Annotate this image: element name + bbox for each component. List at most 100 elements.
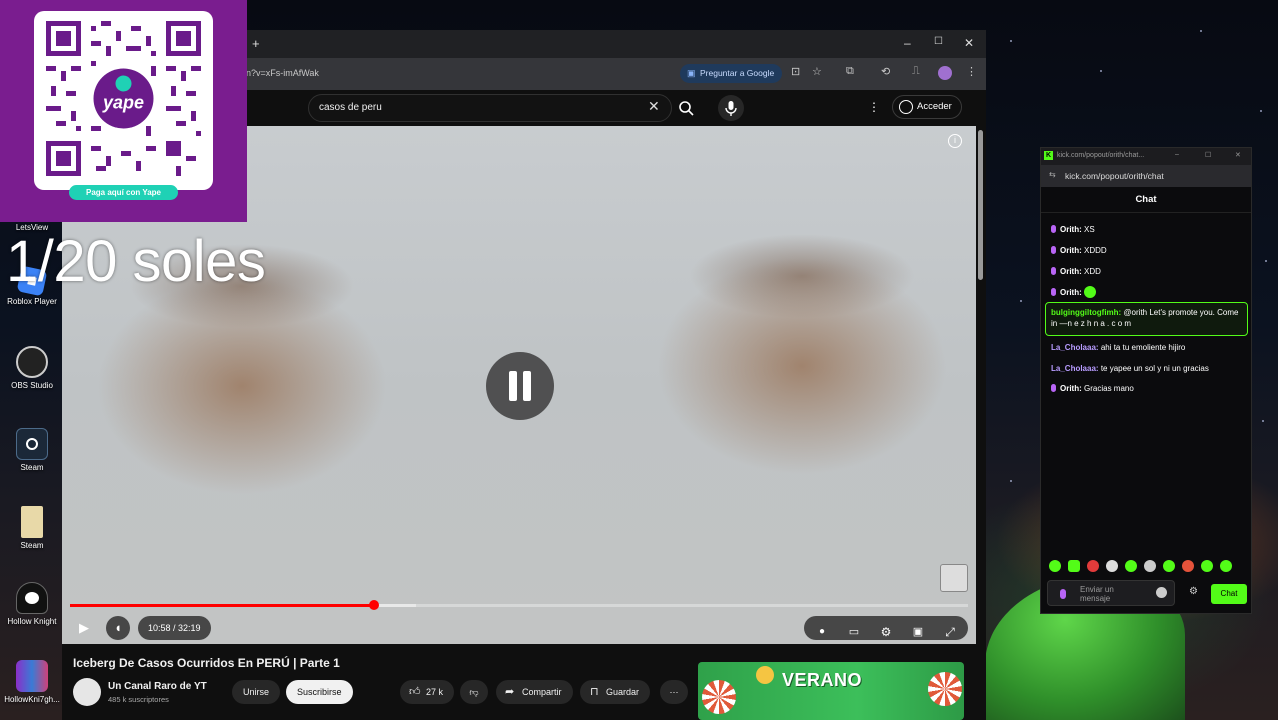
emote-bar: [1049, 560, 1247, 574]
chat-username[interactable]: Orith:: [1060, 225, 1082, 234]
time-display: 10:58 / 32:19: [138, 616, 211, 640]
search-input[interactable]: [319, 102, 619, 113]
search-icon: [679, 101, 694, 116]
channel-name[interactable]: Un Canal Raro de YT: [108, 681, 207, 692]
pause-overlay-icon[interactable]: [486, 352, 554, 420]
chat-text: XS: [1084, 225, 1095, 234]
desktop-icon-steam[interactable]: Steam: [4, 428, 60, 472]
signin-button[interactable]: Acceder: [892, 95, 962, 119]
subscribe-button[interactable]: Suscribirse: [286, 680, 353, 704]
search-box[interactable]: [308, 94, 672, 122]
desktop-icon-hollow-knight[interactable]: Hollow Knight: [4, 582, 60, 626]
search-button[interactable]: [674, 94, 698, 122]
chat-username[interactable]: Orith:: [1060, 288, 1082, 297]
thumbs-down-icon: 👎︎: [469, 687, 479, 697]
scrollbar-thumb[interactable]: [978, 130, 983, 280]
chat-settings-icon[interactable]: ⚙: [1189, 586, 1198, 597]
share-label: Compartir: [522, 687, 562, 697]
like-button[interactable]: 👍︎ 27 k: [400, 680, 455, 704]
fullscreen-icon[interactable]: ⤢: [938, 620, 962, 644]
emote-icon[interactable]: [1068, 560, 1080, 572]
chat-url-bar[interactable]: ⇆ kick.com/popout/orith/chat: [1041, 165, 1251, 187]
bookmark-star-icon[interactable]: ☆: [812, 65, 822, 78]
emote-icon[interactable]: [1182, 560, 1194, 572]
chat-username[interactable]: La_Cholaaa:: [1051, 343, 1099, 352]
emote-icon[interactable]: [1220, 560, 1232, 572]
page-scrollbar[interactable]: [976, 126, 986, 720]
emote-icon[interactable]: [1144, 560, 1156, 572]
profile-avatar[interactable]: [938, 66, 952, 80]
desktop-icon-steam-folder[interactable]: Steam: [4, 506, 60, 550]
extensions-icon[interactable]: ⧉: [846, 65, 854, 78]
emote-icon[interactable]: [1125, 560, 1137, 572]
progress-bar[interactable]: [70, 600, 968, 610]
maximize-button[interactable]: ☐: [934, 36, 943, 47]
avocado-graphic: [756, 666, 774, 684]
more-actions-button[interactable]: ⋯: [660, 680, 688, 704]
dislike-button[interactable]: 👎︎: [460, 680, 488, 704]
video-title: Iceberg De Casos Ocurridos En PERÚ | Par…: [73, 656, 340, 670]
chat-maximize-button[interactable]: ☐: [1205, 151, 1211, 159]
channel-avatar[interactable]: [73, 678, 101, 706]
new-tab-button[interactable]: +: [252, 36, 260, 51]
play-button[interactable]: ▶: [72, 616, 96, 640]
chat-text: XDDD: [1084, 246, 1107, 255]
chat-message: Orith: XDDD: [1051, 245, 1247, 256]
emoji-picker-icon[interactable]: [1156, 587, 1167, 598]
microphone-icon: [725, 101, 737, 116]
chat-input[interactable]: Enviar un mensaje: [1047, 580, 1175, 606]
miniplayer-icon[interactable]: ▣: [906, 620, 930, 644]
emote-icon[interactable]: [1163, 560, 1175, 572]
mic-badge-icon: [1051, 225, 1056, 233]
mic-badge-icon: [1051, 267, 1056, 275]
minimize-button[interactable]: –: [904, 36, 911, 50]
join-button[interactable]: Unirse: [232, 680, 281, 704]
chat-text: XDD: [1084, 267, 1101, 276]
chat-send-button[interactable]: Chat: [1211, 584, 1247, 604]
settings-gear-icon[interactable]: ⚙: [874, 620, 898, 644]
emote-icon[interactable]: [1201, 560, 1213, 572]
info-icon[interactable]: i: [948, 134, 962, 148]
emote-icon[interactable]: [1087, 560, 1099, 572]
ad-banner[interactable]: VERANO: [698, 662, 964, 720]
chat-username[interactable]: La_Cholaaa:: [1051, 364, 1099, 373]
emote-icon[interactable]: [1106, 560, 1118, 572]
chat-message: Orith: XS: [1051, 224, 1247, 235]
desktop-icon-archive[interactable]: HollowKni7gh...: [4, 660, 60, 704]
progress-scrubber[interactable]: [369, 600, 380, 610]
save-button[interactable]: ⊓ Guardar: [580, 680, 651, 704]
site-settings-icon[interactable]: ⇆: [1049, 170, 1056, 179]
clear-search-icon[interactable]: ✕: [648, 98, 660, 115]
chat-close-button[interactable]: ✕: [1235, 151, 1241, 159]
close-window-button[interactable]: ✕: [964, 36, 974, 50]
emote-icon[interactable]: [1049, 560, 1061, 572]
account-icon: [899, 100, 913, 114]
install-icon[interactable]: ⊡: [791, 65, 800, 78]
share-button[interactable]: ➦ Compartir: [496, 680, 573, 704]
desktop-icon-label: Steam: [20, 541, 44, 550]
more-options-icon[interactable]: ⋮: [868, 100, 880, 114]
chat-username[interactable]: Orith:: [1060, 267, 1082, 276]
emote-icon: [1084, 286, 1097, 298]
volume-icon[interactable]: ◖: [106, 616, 130, 640]
ask-google-button[interactable]: Preguntar a Google: [680, 64, 783, 83]
chat-username[interactable]: Orith:: [1060, 384, 1082, 393]
chat-username[interactable]: bulginggiltogfimh:: [1051, 308, 1121, 317]
chat-text: Gracias mano: [1084, 384, 1134, 393]
sidebar-icon[interactable]: ⎍: [912, 65, 920, 78]
chat-text: ahi ta tu emoliente hijiro: [1100, 343, 1186, 352]
history-icon[interactable]: ⟲: [881, 65, 890, 78]
voice-search-button[interactable]: [718, 95, 744, 121]
mic-badge-icon: [1060, 589, 1066, 599]
chat-username[interactable]: Orith:: [1060, 246, 1082, 255]
url-text[interactable]: n?v=xFs-imAfWak: [246, 68, 319, 78]
chat-minimize-button[interactable]: –: [1175, 151, 1179, 158]
channel-watermark[interactable]: [940, 564, 968, 592]
desktop-icon-obs[interactable]: OBS Studio: [4, 346, 60, 390]
browser-menu-icon[interactable]: ⋮: [966, 65, 977, 78]
yape-qr-panel: yape Paga aquí con Yape: [0, 0, 247, 222]
kick-logo-icon: K: [1044, 151, 1053, 160]
chat-titlebar: K kick.com/popout/orith/chat... – ☐ ✕: [1041, 148, 1251, 165]
subtitles-icon[interactable]: ▭: [842, 620, 866, 644]
autoplay-toggle[interactable]: ●: [810, 620, 834, 644]
